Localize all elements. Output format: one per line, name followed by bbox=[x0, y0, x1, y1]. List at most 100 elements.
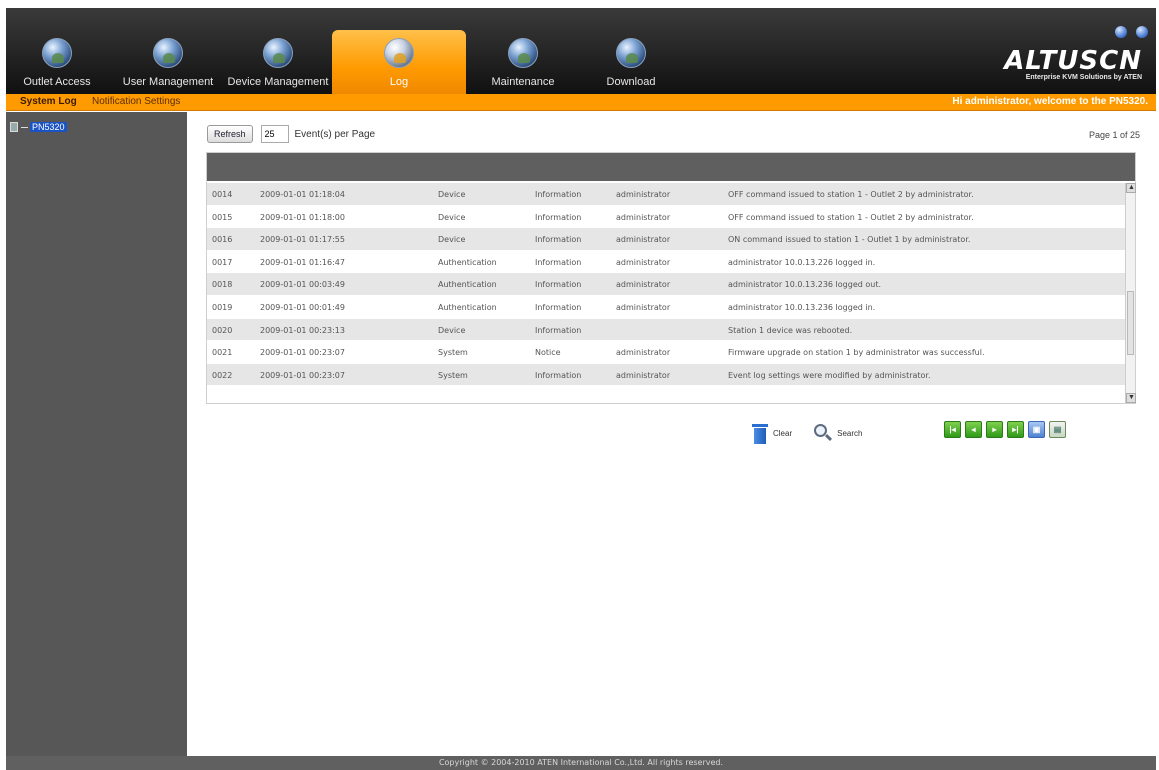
cell-description: OFF command issued to station 1 - Outlet… bbox=[728, 190, 974, 199]
cell-level: Information bbox=[535, 257, 582, 267]
main-content: Refresh Event(s) per Page Page 1 of 25 0… bbox=[187, 112, 1156, 756]
tab-download[interactable]: Download bbox=[586, 30, 676, 94]
tab-device-management[interactable]: Device Management bbox=[224, 30, 332, 94]
tab-label: Maintenance bbox=[491, 76, 555, 88]
cell-id: 0017 bbox=[212, 257, 233, 267]
tab-outlet-access[interactable]: Outlet Access bbox=[12, 30, 102, 94]
top-icons bbox=[1109, 26, 1148, 41]
tab-label: Device Management bbox=[227, 76, 329, 88]
cell-user: administrator bbox=[616, 302, 671, 312]
table-row[interactable]: 0017 2009-01-01 01:16:47 Authentication … bbox=[207, 250, 1125, 274]
cell-time: 2009-01-01 01:17:55 bbox=[260, 235, 345, 245]
cell-user: administrator bbox=[616, 212, 671, 222]
first-page-icon[interactable]: |◂ bbox=[944, 421, 961, 438]
cell-category: Authentication bbox=[438, 302, 497, 312]
save-icon[interactable]: ▣ bbox=[1028, 421, 1045, 438]
device-sidebar: PN5320 bbox=[6, 112, 187, 756]
tab-label: Outlet Access bbox=[23, 76, 91, 88]
cell-id: 0021 bbox=[212, 348, 233, 358]
cell-time: 2009-01-01 01:18:04 bbox=[260, 190, 345, 199]
log-table: 0014 2009-01-01 01:18:04 Device Informat… bbox=[206, 152, 1136, 404]
table-row[interactable]: 0022 2009-01-01 00:23:07 System Informat… bbox=[207, 363, 1125, 387]
cell-level: Information bbox=[535, 325, 582, 335]
help-icon[interactable] bbox=[1114, 26, 1127, 38]
refresh-button[interactable]: Refresh bbox=[207, 125, 253, 143]
globe-icon bbox=[508, 38, 538, 68]
tree-node-pn5320[interactable]: PN5320 bbox=[30, 122, 67, 132]
tab-label: Download bbox=[606, 76, 656, 88]
print-icon[interactable]: ▤ bbox=[1049, 421, 1066, 438]
cell-time: 2009-01-01 01:18:00 bbox=[260, 212, 345, 222]
welcome-message: Hi administrator, welcome to the PN5320. bbox=[952, 96, 1148, 107]
globe-icon bbox=[616, 38, 646, 68]
tab-label: Log bbox=[389, 76, 409, 88]
clear-button[interactable]: Clear bbox=[752, 422, 792, 444]
table-row[interactable]: 0021 2009-01-01 00:23:07 System Notice a… bbox=[207, 341, 1125, 364]
table-row[interactable]: 0019 2009-01-01 00:01:49 Authentication … bbox=[207, 295, 1125, 319]
brand-name: ALTUSCN bbox=[1004, 46, 1142, 76]
footer-copyright: Copyright © 2004-2010 ATEN International… bbox=[6, 756, 1156, 770]
cell-id: 0014 bbox=[212, 190, 233, 199]
previous-page-icon[interactable]: ◂ bbox=[965, 421, 982, 438]
subnav-system-log[interactable]: System Log bbox=[20, 96, 77, 107]
cell-id: 0022 bbox=[212, 370, 233, 380]
cell-category: System bbox=[438, 370, 468, 380]
table-row[interactable]: 0014 2009-01-01 01:18:04 Device Informat… bbox=[207, 183, 1125, 206]
app-frame: Outlet Access User Management Device Man… bbox=[6, 8, 1156, 770]
pager-controls: |◂ ◂ ▸ ▸| ▣ ▤ bbox=[944, 421, 1070, 438]
next-page-icon[interactable]: ▸ bbox=[986, 421, 1003, 438]
log-actions: Clear Search bbox=[752, 420, 884, 446]
cell-time: 2009-01-01 01:16:47 bbox=[260, 257, 345, 267]
search-label: Search bbox=[837, 428, 863, 438]
globe-icon bbox=[42, 38, 72, 68]
log-table-body: 0014 2009-01-01 01:18:04 Device Informat… bbox=[207, 183, 1125, 403]
trash-icon bbox=[752, 422, 768, 444]
table-row[interactable]: 0015 2009-01-01 01:18:00 Device Informat… bbox=[207, 205, 1125, 229]
last-page-icon[interactable]: ▸| bbox=[1007, 421, 1024, 438]
tree-connector bbox=[21, 126, 28, 128]
brand-logo: ALTUSCN Enterprise KVM Solutions by ATEN bbox=[982, 48, 1142, 81]
scroll-up-button[interactable]: ▲ bbox=[1126, 183, 1136, 193]
cell-id: 0018 bbox=[212, 280, 233, 290]
table-row[interactable]: 0016 2009-01-01 01:17:55 Device Informat… bbox=[207, 228, 1125, 251]
cell-description: administrator 10.0.13.236 logged out. bbox=[728, 280, 881, 290]
cell-level: Information bbox=[535, 280, 582, 290]
log-toolbar: Refresh Event(s) per Page bbox=[207, 124, 375, 144]
globe-icon bbox=[153, 38, 183, 68]
cell-id: 0015 bbox=[212, 212, 233, 222]
clear-label: Clear bbox=[773, 428, 793, 438]
cell-user: administrator bbox=[616, 257, 671, 267]
cell-time: 2009-01-01 00:23:07 bbox=[260, 370, 345, 380]
cell-description: Event log settings were modified by admi… bbox=[728, 370, 931, 380]
cell-description: administrator 10.0.13.236 logged in. bbox=[728, 302, 876, 312]
cell-level: Information bbox=[535, 370, 582, 380]
device-icon bbox=[10, 122, 18, 132]
cell-time: 2009-01-01 00:23:07 bbox=[260, 348, 345, 358]
cell-level: Notice bbox=[535, 348, 561, 358]
tab-log[interactable]: Log bbox=[332, 30, 466, 94]
tab-maintenance[interactable]: Maintenance bbox=[478, 30, 568, 94]
logout-icon[interactable] bbox=[1136, 26, 1148, 38]
events-per-page-input[interactable] bbox=[260, 125, 289, 143]
search-button[interactable]: Search bbox=[814, 424, 862, 442]
tab-label: User Management bbox=[122, 76, 214, 88]
subnav-notification-settings[interactable]: Notification Settings bbox=[92, 96, 180, 107]
sub-navigation: System Log Notification Settings Hi admi… bbox=[6, 94, 1156, 111]
cell-time: 2009-01-01 00:23:13 bbox=[260, 325, 345, 335]
table-row[interactable]: 0020 2009-01-01 00:23:13 Device Informat… bbox=[207, 318, 1125, 342]
table-row[interactable]: 0018 2009-01-01 00:03:49 Authentication … bbox=[207, 273, 1125, 296]
log-scrollbar[interactable]: ▲ ▼ bbox=[1125, 183, 1136, 403]
scroll-thumb[interactable] bbox=[1127, 291, 1134, 355]
scroll-down-button[interactable]: ▼ bbox=[1126, 393, 1136, 403]
tab-user-management[interactable]: User Management bbox=[118, 30, 218, 94]
cell-description: Station 1 device was rebooted. bbox=[728, 325, 853, 335]
cell-category: Device bbox=[438, 190, 466, 199]
cell-category: System bbox=[438, 348, 468, 358]
cell-level: Information bbox=[535, 235, 582, 245]
cell-category: Device bbox=[438, 325, 466, 335]
cell-level: Information bbox=[535, 302, 582, 312]
cell-id: 0019 bbox=[212, 302, 233, 312]
cell-id: 0016 bbox=[212, 235, 233, 245]
chevron-down-icon: ▼ bbox=[1128, 394, 1135, 401]
cell-id: 0020 bbox=[212, 325, 233, 335]
